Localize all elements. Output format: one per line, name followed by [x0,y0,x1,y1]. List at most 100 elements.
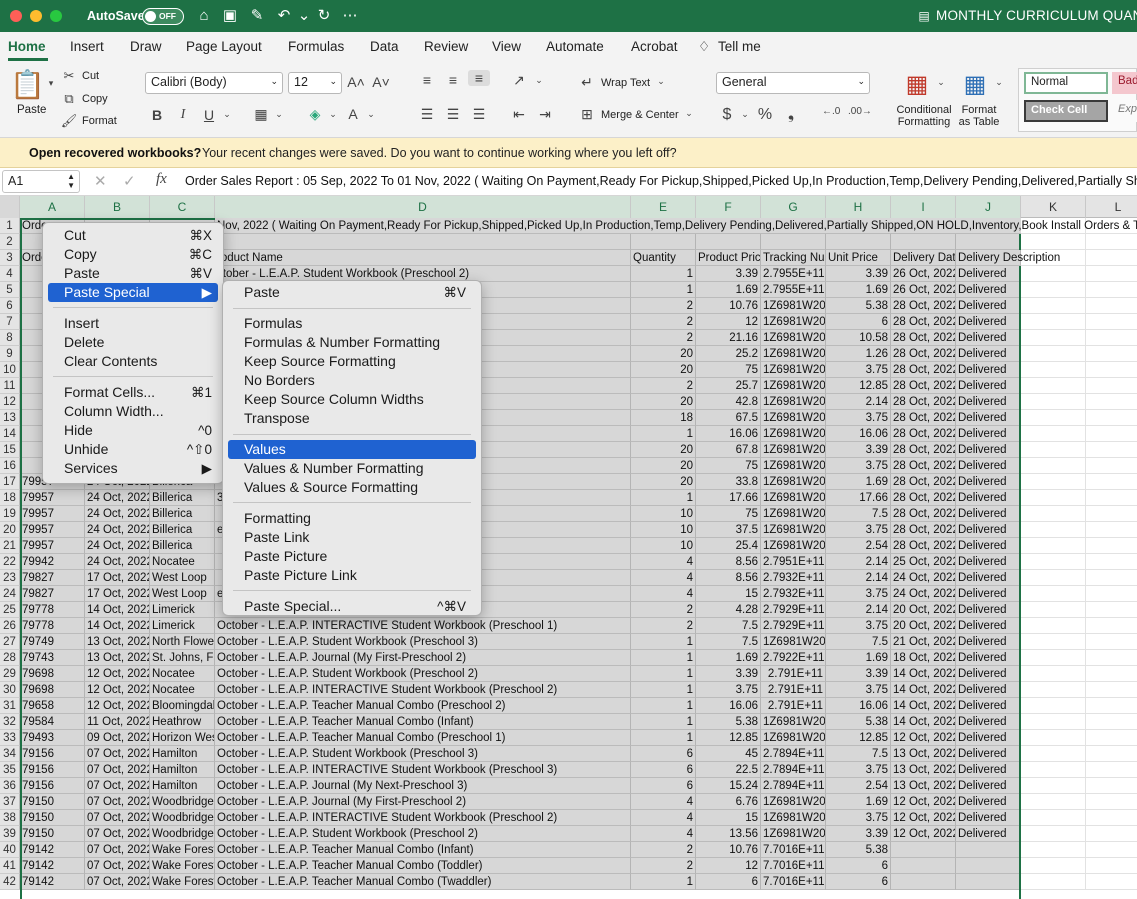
cell[interactable]: 1Z6981W203 [761,458,826,474]
cell[interactable]: 2 [631,298,696,314]
align-top-icon[interactable]: ≡ [418,72,436,88]
cell[interactable] [1021,634,1086,650]
cell[interactable]: 1 [631,650,696,666]
autosave-toggle[interactable]: OFF [142,8,184,25]
cell[interactable] [1021,778,1086,794]
column-title-cell[interactable]: Delivery Description [956,250,1060,266]
cell[interactable] [1021,442,1086,458]
cell[interactable] [1021,234,1086,250]
cell[interactable] [891,842,956,858]
cell[interactable]: 79778 [20,602,85,618]
cell[interactable]: October - L.E.A.P. INTERACTIVE Student W… [215,762,631,778]
cell[interactable]: 1.69 [826,282,891,298]
cell[interactable] [1086,266,1137,282]
cell[interactable]: 10 [631,538,696,554]
cell[interactable]: 79156 [20,778,85,794]
cell[interactable]: 16.06 [826,426,891,442]
cell[interactable] [1021,346,1086,362]
column-header-e[interactable]: E [631,196,696,218]
number-format-select[interactable]: General ⌄ [716,72,870,94]
cell[interactable] [1021,458,1086,474]
cell[interactable]: 2 [631,378,696,394]
orientation-dropdown-icon[interactable]: ⌄ [530,75,548,86]
cell[interactable]: 1 [631,874,696,890]
style-check-cell[interactable]: Check Cell [1024,100,1108,122]
cell[interactable]: Delivered [956,634,1021,650]
currency-dropdown-icon[interactable]: ⌄ [736,109,754,120]
cell[interactable]: 7.5 [826,746,891,762]
style-normal[interactable]: Normal [1024,72,1108,94]
format-as-table-dropdown-icon[interactable]: ⌄ [990,77,1008,88]
cell[interactable] [891,234,956,250]
cell[interactable] [1021,682,1086,698]
cell[interactable]: 14 Oct, 2022 [85,602,150,618]
cell[interactable]: 13 Oct, 2022 [891,746,956,762]
context-menu-item-insert[interactable]: Insert [48,314,218,333]
cell[interactable] [1021,538,1086,554]
cell[interactable]: 2 [631,842,696,858]
cell[interactable]: 6 [826,314,891,330]
cell[interactable]: Delivered [956,314,1021,330]
cell[interactable] [1086,746,1137,762]
cell[interactable]: Woodbridge [150,794,215,810]
cell[interactable] [1021,314,1086,330]
cell[interactable]: 1Z6981W203 [761,426,826,442]
cell[interactable]: 2.7929E+11 [761,618,826,634]
cell[interactable] [1086,506,1137,522]
tab-data[interactable]: Data [370,39,399,54]
cell[interactable]: 1Z6981W203 [761,442,826,458]
cell[interactable]: 1 [631,682,696,698]
cell[interactable]: 17.66 [826,490,891,506]
cell[interactable]: 3.75 [826,586,891,602]
cell[interactable] [1086,330,1137,346]
cell[interactable] [956,234,1021,250]
cell[interactable]: 79749 [20,634,85,650]
cell[interactable] [1021,602,1086,618]
cell[interactable]: 3.75 [826,810,891,826]
cell[interactable]: 24 Oct, 2022 [891,586,956,602]
cell[interactable] [1021,794,1086,810]
cell[interactable] [1086,618,1137,634]
cell[interactable]: 20 [631,458,696,474]
cell[interactable]: 6 [631,778,696,794]
context-menu-item-paste[interactable]: Paste ⌘V [48,264,218,283]
row-header[interactable]: 18 [0,490,20,506]
cell[interactable]: 13.56 [696,826,761,842]
cell[interactable]: 5.38 [826,842,891,858]
cell[interactable]: 10 [631,522,696,538]
conditional-formatting-icon[interactable]: ▦ [902,70,932,99]
cell[interactable]: Woodbridge [150,826,215,842]
cell[interactable]: 3.39 [696,666,761,682]
row-header[interactable]: 23 [0,570,20,586]
cell[interactable] [631,234,696,250]
cell[interactable]: 1 [631,282,696,298]
cell[interactable]: Delivered [956,762,1021,778]
row-header[interactable]: 14 [0,426,20,442]
align-right-icon[interactable]: ☰ [470,106,488,123]
cell[interactable]: 79778 [20,618,85,634]
cell[interactable] [956,874,1021,890]
context-menu-item-format-cells[interactable]: Format Cells... ⌘1 [48,383,218,402]
cell[interactable]: 1.26 [826,346,891,362]
cell[interactable]: 3.75 [826,410,891,426]
cell[interactable] [1021,810,1086,826]
cell[interactable]: 7.5 [696,634,761,650]
cell[interactable]: Delivered [956,282,1021,298]
cell[interactable] [1086,250,1137,266]
cell[interactable] [1021,650,1086,666]
cell[interactable] [1021,394,1086,410]
italic-button[interactable]: I [174,107,192,123]
cancel-edit-icon[interactable]: ✕ [94,172,107,190]
cell[interactable] [1086,714,1137,730]
cell[interactable] [1021,826,1086,842]
paste-option-values-source-formatting[interactable]: Values & Source Formatting [228,478,476,497]
cell[interactable] [1021,506,1086,522]
align-middle-icon[interactable]: ≡ [444,72,462,88]
cell[interactable]: Woodbridge [150,810,215,826]
cell[interactable]: Delivered [956,682,1021,698]
cell[interactable]: 07 Oct, 2022 [85,794,150,810]
cell[interactable]: 15 [696,810,761,826]
row-header[interactable]: 32 [0,714,20,730]
cell[interactable]: 1 [631,730,696,746]
cell[interactable] [1086,426,1137,442]
